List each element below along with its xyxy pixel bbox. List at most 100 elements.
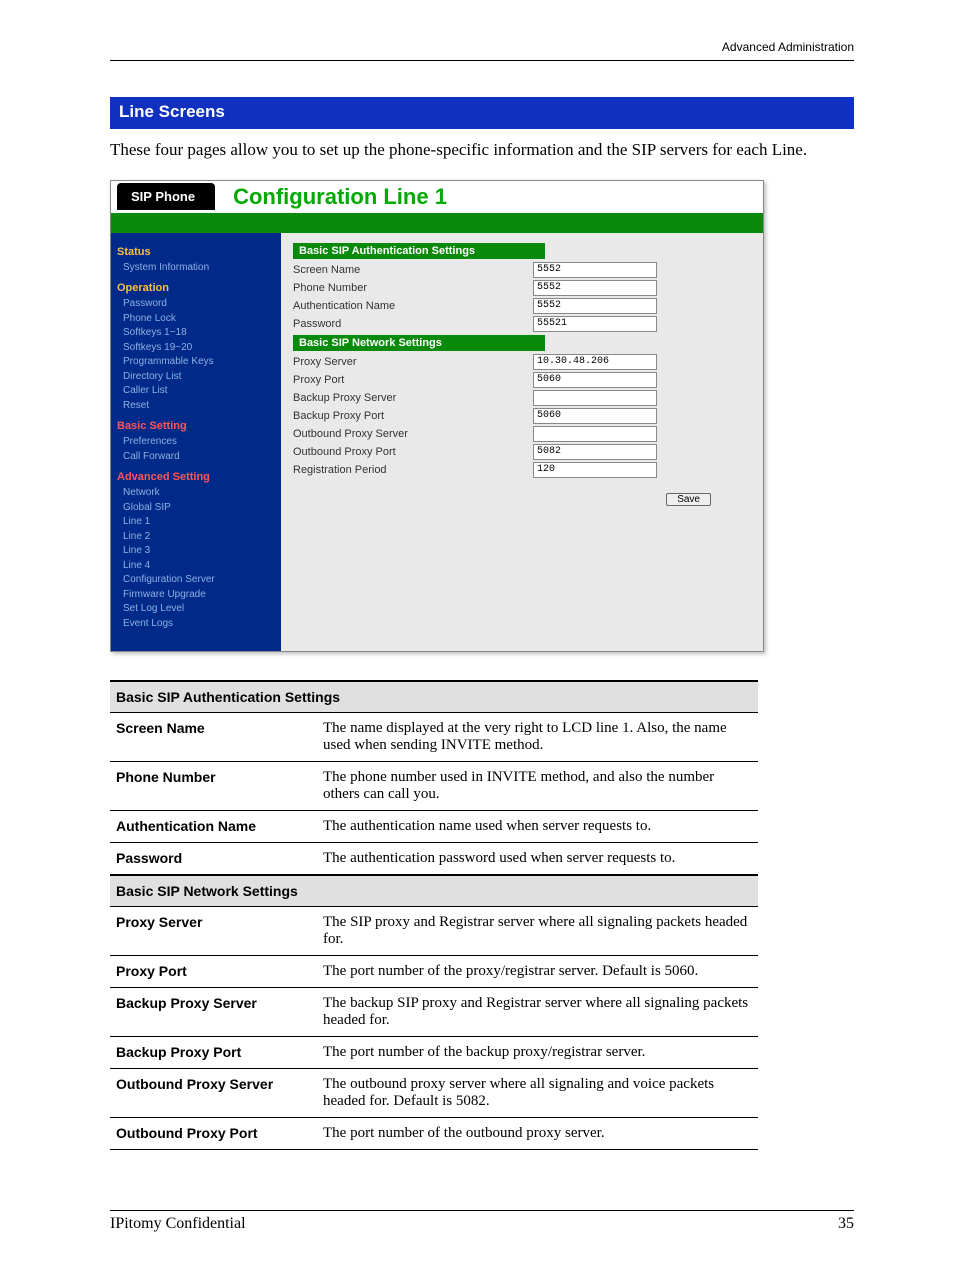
field-label: Phone Number	[293, 282, 533, 294]
footer-rule	[110, 1210, 854, 1211]
field-desc: The port number of the outbound proxy se…	[317, 1118, 758, 1150]
nav-item[interactable]: Programmable Keys	[117, 355, 275, 370]
nav-item[interactable]: Preferences	[117, 435, 275, 450]
backup-proxy-port-input[interactable]	[533, 408, 657, 424]
field-name: Backup Proxy Server	[110, 988, 317, 1037]
field-name: Outbound Proxy Server	[110, 1069, 317, 1118]
form-row: Proxy Port	[293, 371, 751, 389]
table-row: Authentication NameThe authentication na…	[110, 811, 758, 843]
group-head-auth: Basic SIP Authentication Settings	[293, 243, 545, 259]
proxy-port-input[interactable]	[533, 372, 657, 388]
form-row: Screen Name	[293, 261, 751, 279]
nav-item[interactable]: Line 4	[117, 559, 275, 574]
backup-proxy-server-input[interactable]	[533, 390, 657, 406]
nav-item[interactable]: Line 2	[117, 530, 275, 545]
form-row: Outbound Proxy Port	[293, 443, 751, 461]
form-row: Backup Proxy Server	[293, 389, 751, 407]
nav-item[interactable]: Event Logs	[117, 617, 275, 632]
field-desc: The SIP proxy and Registrar server where…	[317, 907, 758, 956]
field-desc: The authentication password used when se…	[317, 843, 758, 876]
intro-paragraph: These four pages allow you to set up the…	[110, 139, 854, 162]
field-label: Registration Period	[293, 464, 533, 476]
table-section-head: Basic SIP Network Settings	[110, 875, 758, 907]
field-label: Proxy Port	[293, 374, 533, 386]
table-row: Proxy ServerThe SIP proxy and Registrar …	[110, 907, 758, 956]
group-head-network: Basic SIP Network Settings	[293, 335, 545, 351]
field-label: Outbound Proxy Port	[293, 446, 533, 458]
field-name: Outbound Proxy Port	[110, 1118, 317, 1150]
table-row: Proxy PortThe port number of the proxy/r…	[110, 956, 758, 988]
field-desc: The port number of the proxy/registrar s…	[317, 956, 758, 988]
phone-number-input[interactable]	[533, 280, 657, 296]
field-label: Authentication Name	[293, 300, 533, 312]
field-label: Screen Name	[293, 264, 533, 276]
field-name: Proxy Server	[110, 907, 317, 956]
table-row: Outbound Proxy ServerThe outbound proxy …	[110, 1069, 758, 1118]
table-row: Outbound Proxy PortThe port number of th…	[110, 1118, 758, 1150]
field-desc: The port number of the backup proxy/regi…	[317, 1037, 758, 1069]
field-name: Password	[110, 843, 317, 876]
nav-item[interactable]: Reset	[117, 399, 275, 414]
nav-head-advanced[interactable]: Advanced Setting	[117, 470, 275, 486]
nav-item[interactable]: Call Forward	[117, 450, 275, 465]
table-row: PasswordThe authentication password used…	[110, 843, 758, 876]
nav-head-operation[interactable]: Operation	[117, 281, 275, 297]
nav-item[interactable]: Softkeys 19~20	[117, 341, 275, 356]
field-name: Proxy Port	[110, 956, 317, 988]
nav-item[interactable]: System Information	[117, 261, 275, 276]
nav-item[interactable]: Network	[117, 486, 275, 501]
form-row: Backup Proxy Port	[293, 407, 751, 425]
form-row: Authentication Name	[293, 297, 751, 315]
form-row: Outbound Proxy Server	[293, 425, 751, 443]
screen-name-input[interactable]	[533, 262, 657, 278]
save-button[interactable]: Save	[666, 493, 711, 506]
nav-sidebar: Status System Information Operation Pass…	[111, 233, 281, 651]
form-row: Phone Number	[293, 279, 751, 297]
nav-head-status[interactable]: Status	[117, 245, 275, 261]
nav-item[interactable]: Set Log Level	[117, 602, 275, 617]
header-rule	[110, 60, 854, 61]
registration-period-input[interactable]	[533, 462, 657, 478]
footer-left: IPitomy Confidential	[110, 1215, 246, 1233]
table-row: Backup Proxy PortThe port number of the …	[110, 1037, 758, 1069]
description-table: Basic SIP Authentication Settings Screen…	[110, 680, 758, 1150]
field-label: Backup Proxy Port	[293, 410, 533, 422]
field-label: Outbound Proxy Server	[293, 428, 533, 440]
field-desc: The authentication name used when server…	[317, 811, 758, 843]
field-desc: The backup SIP proxy and Registrar serve…	[317, 988, 758, 1037]
field-name: Phone Number	[110, 762, 317, 811]
config-screenshot: SIP Phone Configuration Line 1 Status Sy…	[110, 180, 764, 652]
nav-item[interactable]: Phone Lock	[117, 312, 275, 327]
outbound-proxy-port-input[interactable]	[533, 444, 657, 460]
proxy-server-input[interactable]	[533, 354, 657, 370]
nav-item[interactable]: Directory List	[117, 370, 275, 385]
password-input[interactable]	[533, 316, 657, 332]
nav-item[interactable]: Line 1	[117, 515, 275, 530]
field-name: Authentication Name	[110, 811, 317, 843]
config-form: Basic SIP Authentication Settings Screen…	[281, 233, 763, 651]
section-title: Line Screens	[110, 97, 854, 129]
field-name: Screen Name	[110, 713, 317, 762]
nav-item[interactable]: Configuration Server	[117, 573, 275, 588]
field-label: Password	[293, 318, 533, 330]
page-number: 35	[838, 1215, 854, 1233]
table-section-head: Basic SIP Authentication Settings	[110, 681, 758, 713]
field-name: Backup Proxy Port	[110, 1037, 317, 1069]
green-bar	[111, 213, 763, 233]
nav-item[interactable]: Softkeys 1~18	[117, 326, 275, 341]
form-row: Proxy Server	[293, 353, 751, 371]
nav-item[interactable]: Caller List	[117, 384, 275, 399]
config-page-title: Configuration Line 1	[233, 184, 447, 210]
nav-item[interactable]: Global SIP	[117, 501, 275, 516]
form-row: Password	[293, 315, 751, 333]
app-tab: SIP Phone	[117, 183, 215, 210]
nav-item[interactable]: Password	[117, 297, 275, 312]
form-row: Registration Period	[293, 461, 751, 479]
auth-name-input[interactable]	[533, 298, 657, 314]
nav-item[interactable]: Firmware Upgrade	[117, 588, 275, 603]
nav-head-basic[interactable]: Basic Setting	[117, 419, 275, 435]
outbound-proxy-server-input[interactable]	[533, 426, 657, 442]
nav-item[interactable]: Line 3	[117, 544, 275, 559]
table-row: Screen NameThe name displayed at the ver…	[110, 713, 758, 762]
field-label: Proxy Server	[293, 356, 533, 368]
